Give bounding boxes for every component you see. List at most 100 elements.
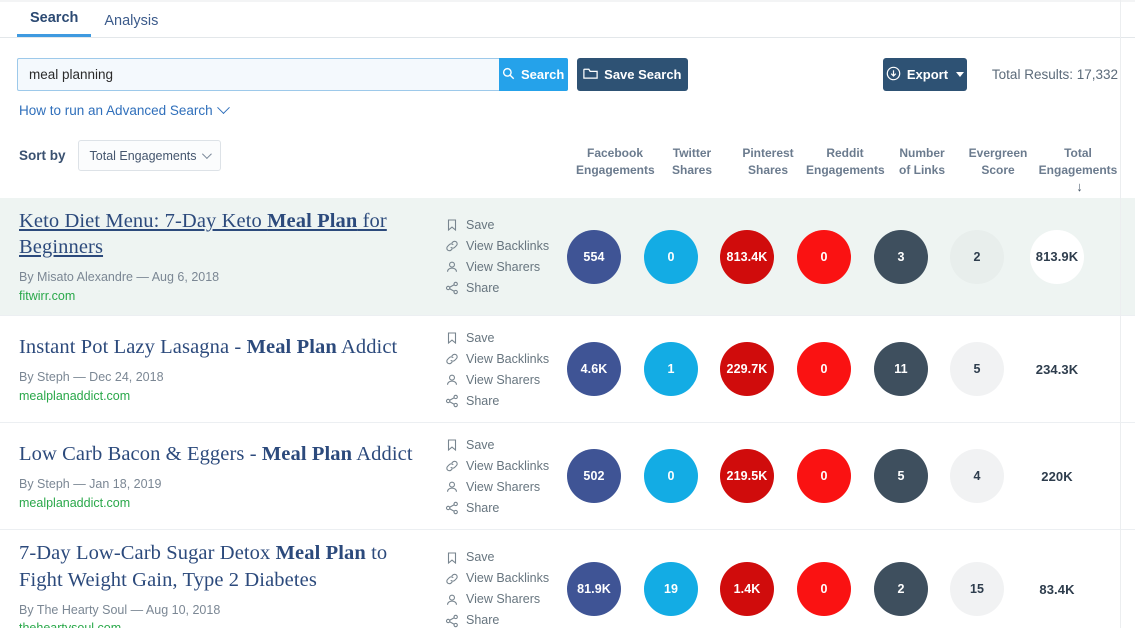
action-view-backlinks[interactable]: View Backlinks: [445, 568, 555, 589]
action-save[interactable]: Save: [445, 434, 555, 455]
tab-analysis[interactable]: Analysis: [91, 13, 171, 38]
result-actions: Save View Backlinks View Sharers Share: [431, 327, 555, 411]
metric-value-pinterest: 219.5K: [720, 449, 774, 504]
action-view-backlinks[interactable]: View Backlinks: [445, 348, 555, 369]
action-view-sharers[interactable]: View Sharers: [445, 257, 555, 278]
result-byline: By The Hearty Soul — Aug 10, 2018: [19, 602, 221, 617]
link-icon: [445, 352, 459, 366]
action-view-sharers[interactable]: View Sharers: [445, 476, 555, 497]
save-search-button[interactable]: Save Search: [576, 58, 688, 91]
result-main: Low Carb Bacon & Eggers - Meal Plan Addi…: [19, 431, 431, 522]
result-title-link[interactable]: Keto Diet Menu: 7-Day Keto Meal Plan for…: [19, 208, 431, 260]
result-main: 7-Day Low-Carb Sugar Detox Meal Plan to …: [19, 530, 431, 628]
column-header-pinterest[interactable]: Pinterest Shares: [730, 145, 806, 196]
tab-search[interactable]: Search: [17, 10, 92, 37]
metric-value-facebook: 81.9K: [567, 562, 621, 617]
export-button[interactable]: Export: [883, 58, 967, 91]
search-input[interactable]: [17, 58, 499, 91]
action-share[interactable]: Share: [445, 610, 555, 628]
export-button-label: Export: [906, 67, 949, 82]
result-actions: Save View Backlinks View Sharers Share: [431, 434, 555, 518]
sort-direction-arrow-icon: ↓: [1076, 179, 1083, 195]
chevron-down-icon: [956, 72, 965, 77]
action-save[interactable]: Save: [445, 327, 555, 348]
action-share[interactable]: Share: [445, 278, 555, 299]
result-title-link[interactable]: Low Carb Bacon & Eggers - Meal Plan Addi…: [19, 441, 431, 467]
metric-value-reddit: 0: [797, 342, 851, 397]
result-title-highlight: Meal Plan: [246, 335, 337, 358]
download-cloud-icon: [886, 66, 901, 84]
metric-cell-evergreen: 4: [939, 449, 1015, 504]
folder-icon: [583, 67, 598, 83]
result-domain-link[interactable]: fitwirr.com: [19, 289, 75, 303]
metric-cell-total: 813.9K: [1015, 229, 1099, 284]
column-header-line2: Engagements: [806, 162, 885, 177]
person-icon: [445, 480, 459, 494]
action-save[interactable]: Save: [445, 547, 555, 568]
metric-value-facebook: 554: [567, 229, 621, 284]
column-header-reddit[interactable]: Reddit Engagements: [806, 145, 885, 196]
search-button[interactable]: Search: [498, 58, 568, 91]
column-header-line2: of Links: [898, 162, 945, 177]
action-view-sharers[interactable]: View Sharers: [445, 369, 555, 390]
column-header-links[interactable]: Number of Links: [884, 145, 960, 196]
metric-cell-pinterest: 1.4K: [709, 562, 785, 617]
result-title-link[interactable]: Instant Pot Lazy Lasagna - Meal Plan Add…: [19, 334, 431, 360]
action-view-backlinks[interactable]: View Backlinks: [445, 236, 555, 257]
column-header-twitter[interactable]: Twitter Shares: [654, 145, 730, 196]
metric-value-facebook: 502: [567, 449, 621, 504]
metric-value-total: 813.9K: [1030, 229, 1084, 284]
action-label: Save: [466, 217, 495, 232]
metric-value-links: 11: [874, 342, 928, 397]
result-main: Keto Diet Menu: 7-Day Keto Meal Plan for…: [19, 198, 431, 315]
bookmark-icon: [445, 218, 459, 232]
column-header-line1: Total: [1064, 146, 1092, 160]
metric-value-pinterest: 1.4K: [720, 562, 774, 617]
result-domain-link[interactable]: mealplanaddict.com: [19, 496, 130, 510]
result-title-highlight: Meal Plan: [267, 210, 358, 232]
metric-cell-total: 83.4K: [1015, 562, 1099, 616]
action-save[interactable]: Save: [445, 215, 555, 236]
results-list: Keto Diet Menu: 7-Day Keto Meal Plan for…: [0, 198, 1135, 628]
column-headers: Facebook Engagements Twitter Shares Pinteres…: [576, 145, 1120, 196]
column-header-line1: Evergreen: [968, 146, 1028, 160]
advanced-search-link[interactable]: How to run an Advanced Search: [19, 101, 230, 118]
column-header-evergreen[interactable]: Evergreen Score: [960, 145, 1036, 196]
result-title-link[interactable]: 7-Day Low-Carb Sugar Detox Meal Plan to …: [19, 540, 431, 592]
metric-cell-reddit: 0: [785, 562, 863, 617]
metric-cell-facebook: 81.9K: [555, 562, 633, 617]
metric-value-total: 220K: [1041, 468, 1073, 484]
column-header-facebook[interactable]: Facebook Engagements: [576, 145, 655, 196]
action-view-sharers[interactable]: View Sharers: [445, 589, 555, 610]
action-label: Share: [466, 393, 500, 408]
column-header-total[interactable]: Total Engagements ↓: [1036, 145, 1120, 196]
link-icon: [445, 239, 459, 253]
column-header-line2: Shares: [671, 162, 713, 177]
metric-cell-evergreen: 15: [939, 562, 1015, 617]
action-share[interactable]: Share: [445, 390, 555, 411]
action-share[interactable]: Share: [445, 497, 555, 518]
result-domain-link[interactable]: mealplanaddict.com: [19, 389, 130, 403]
action-label: Share: [466, 280, 500, 295]
sort-bar: Sort by Total Engagements: [19, 140, 221, 171]
metric-cell-evergreen: 2: [939, 229, 1015, 284]
result-byline: By Misato Alexandre — Aug 6, 2018: [19, 270, 220, 285]
result-actions: Save View Backlinks View Sharers Share: [431, 215, 555, 299]
link-icon: [445, 459, 459, 473]
action-label: Save: [466, 550, 495, 565]
result-domain-link[interactable]: theheartysoul.com: [19, 621, 121, 628]
action-label: View Sharers: [466, 259, 541, 274]
metric-value-reddit: 0: [797, 229, 851, 284]
sort-by-label: Sort by: [19, 148, 66, 163]
action-view-backlinks[interactable]: View Backlinks: [445, 455, 555, 476]
action-label: Save: [466, 437, 495, 452]
result-metrics: 502 0 219.5K 0 5 4 220K: [555, 449, 1120, 504]
column-header-line1: Twitter: [672, 146, 712, 160]
result-title-text: 7-Day Low-Carb Sugar Detox: [19, 542, 276, 565]
bookmark-icon: [445, 438, 459, 452]
metric-cell-pinterest: 813.4K: [709, 229, 785, 284]
metric-value-pinterest: 229.7K: [720, 342, 774, 397]
metric-value-pinterest: 813.4K: [720, 229, 774, 284]
result-title-text: Low Carb Bacon & Eggers -: [19, 442, 262, 465]
sort-by-select[interactable]: Total Engagements: [77, 140, 221, 171]
